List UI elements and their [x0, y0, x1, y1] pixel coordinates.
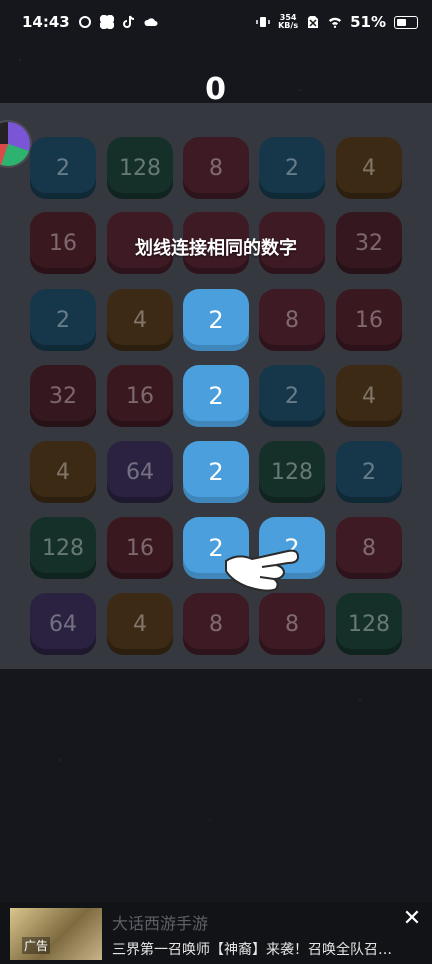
tile-r3-c5[interactable]: 16: [336, 289, 402, 351]
score-display: 0: [205, 72, 227, 107]
tile-r5-c5[interactable]: 2: [336, 441, 402, 503]
wifi-icon: [328, 17, 342, 28]
vibrate-icon: [256, 17, 270, 27]
tile-r5-c3[interactable]: 2: [183, 441, 249, 503]
network-speed: 354 KB/s: [278, 13, 299, 30]
tile-r4-c2[interactable]: 16: [107, 365, 173, 427]
tutorial-hint: 划线连接相同的数字: [135, 238, 297, 259]
tile-r1-c4[interactable]: 2: [259, 137, 325, 199]
tile-r6-c1[interactable]: 128: [30, 517, 96, 579]
ad-banner[interactable]: 广告 大话西游手游 三界第一召唤师【神裔】来袭！召唤全队召… ✕: [0, 902, 432, 964]
tile-r3-c3[interactable]: 2: [183, 289, 249, 351]
close-icon[interactable]: ✕: [400, 906, 424, 931]
tiktok-icon: [122, 15, 134, 28]
tile-r4-c4[interactable]: 2: [259, 365, 325, 427]
tile-r4-c3[interactable]: 2: [183, 365, 249, 427]
tile-r6-c5[interactable]: 8: [336, 517, 402, 579]
tile-r5-c2[interactable]: 64: [107, 441, 173, 503]
tile-r4-c1[interactable]: 32: [30, 365, 96, 427]
tile-r7-c1[interactable]: 64: [30, 593, 96, 655]
tile-r7-c3[interactable]: 8: [183, 593, 249, 655]
status-time: 14:43: [22, 13, 70, 31]
tile-r7-c2[interactable]: 4: [107, 593, 173, 655]
battery-percent: 51%: [350, 13, 386, 31]
ad-subtitle[interactable]: 三界第一召唤师【神裔】来袭！召唤全队召…: [112, 939, 392, 959]
no-sim-icon: [308, 16, 319, 28]
tile-r3-c2[interactable]: 4: [107, 289, 173, 351]
tile-r4-c5[interactable]: 4: [336, 365, 402, 427]
battery-icon: [394, 15, 418, 29]
tile-r6-c2[interactable]: 16: [107, 517, 173, 579]
tile-r3-c4[interactable]: 8: [259, 289, 325, 351]
tile-r5-c1[interactable]: 4: [30, 441, 96, 503]
pinwheel-icon: [99, 15, 114, 29]
tile-r1-c3[interactable]: 8: [183, 137, 249, 199]
tutorial-hand-icon: [225, 549, 300, 592]
sync-icon: [78, 16, 91, 28]
tile-r7-c4[interactable]: 8: [259, 593, 325, 655]
ad-title[interactable]: 大话西游手游: [112, 910, 208, 934]
tile-r7-c5[interactable]: 128: [336, 593, 402, 655]
tile-r1-c5[interactable]: 4: [336, 137, 402, 199]
tile-r5-c4[interactable]: 128: [259, 441, 325, 503]
ad-image[interactable]: 广告: [10, 908, 102, 960]
tile-r1-c2[interactable]: 128: [107, 137, 173, 199]
ad-tag: 广告: [22, 937, 51, 954]
status-bar: 14:43 354 KB/s 51%: [0, 0, 432, 44]
tile-r3-c1[interactable]: 2: [30, 289, 96, 351]
cloud-icon: [144, 18, 158, 26]
tile-r1-c1[interactable]: 2: [30, 137, 96, 199]
